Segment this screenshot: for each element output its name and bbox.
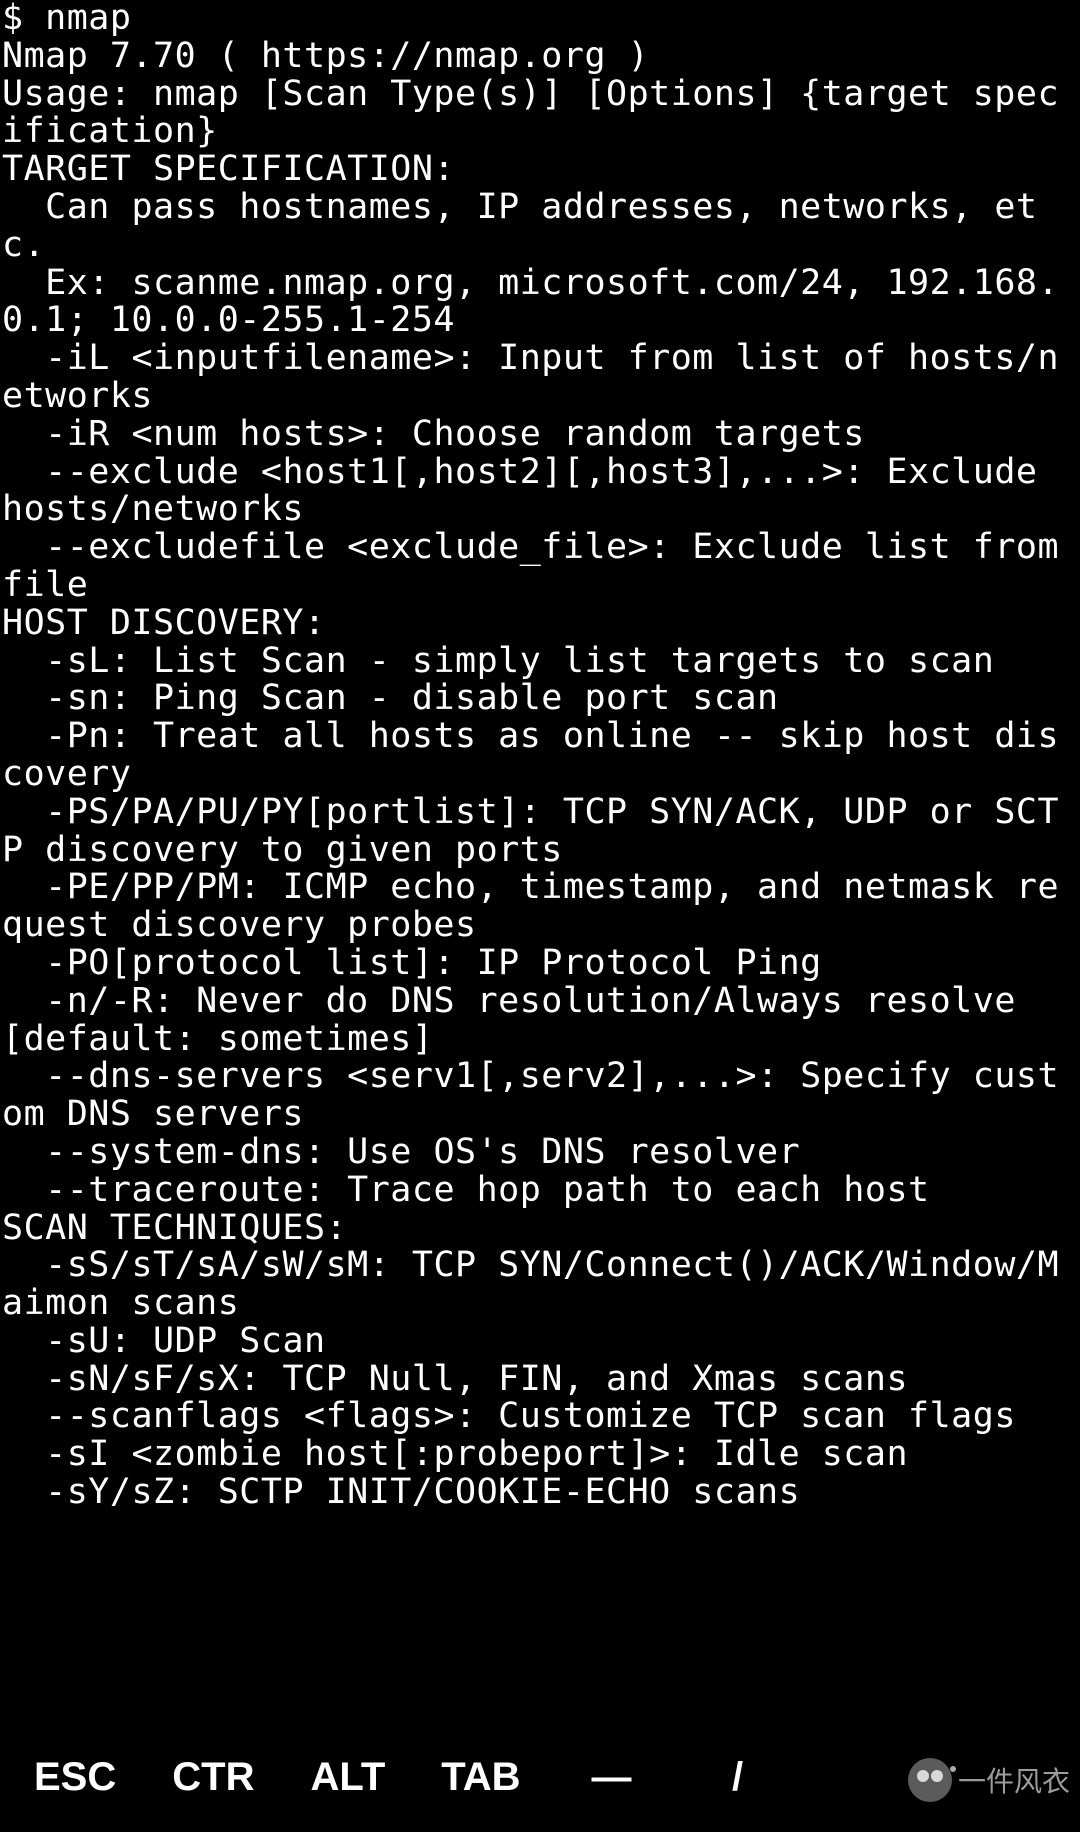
ctr-key[interactable]: CTR [172, 1747, 254, 1807]
watermark: 一件风衣 [908, 1758, 1070, 1802]
slash-key[interactable]: / [703, 1747, 773, 1807]
tab-key[interactable]: TAB [441, 1747, 520, 1807]
alt-key[interactable]: ALT [310, 1747, 385, 1807]
esc-key[interactable]: ESC [34, 1747, 116, 1807]
dash-key[interactable]: — [577, 1747, 647, 1807]
wechat-icon [908, 1758, 952, 1802]
terminal-output[interactable]: $ nmap Nmap 7.70 ( https://nmap.org ) Us… [0, 0, 1080, 1722]
wechat-dot [950, 1766, 956, 1772]
watermark-text: 一件风衣 [958, 1760, 1070, 1800]
